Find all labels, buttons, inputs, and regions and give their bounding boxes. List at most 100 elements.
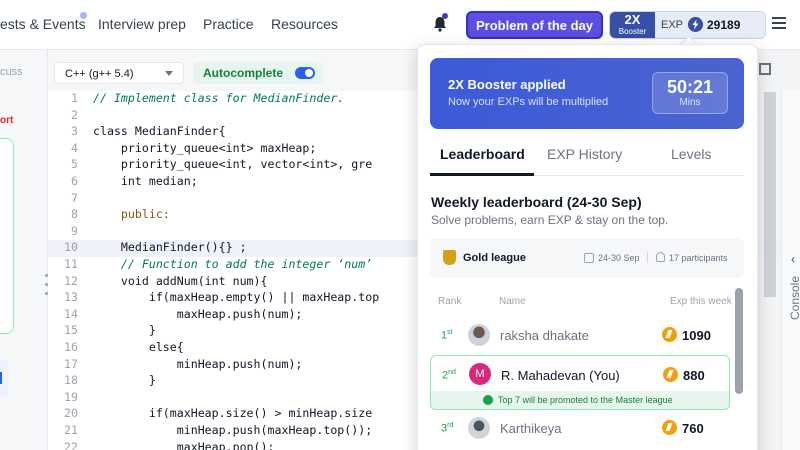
discuss-tab[interactable]: cuss — [0, 66, 23, 78]
code-line[interactable]: 12 void addNum(int num){ — [48, 274, 420, 291]
league-info: Gold league 24-30 Sep 17 participants — [430, 238, 744, 278]
language-value: C++ (g++ 5.4) — [65, 68, 134, 80]
expand-icon[interactable] — [759, 63, 771, 75]
code-line[interactable]: 3 class MedianFinder{ — [48, 124, 420, 141]
line-number: 14 — [64, 306, 78, 321]
code-text: if(maxHeap.empty() || maxHeap.top — [93, 290, 380, 305]
calendar-icon — [584, 253, 594, 263]
nav-practice[interactable]: Practice — [203, 16, 254, 32]
code-text: // Function to add the integer ‘num’ — [93, 257, 373, 271]
code-line[interactable]: 19 — [48, 390, 420, 407]
tab-exp-history[interactable]: EXP History — [547, 146, 622, 162]
hamburger-menu-icon[interactable] — [772, 17, 786, 31]
line-number: 4 — [71, 140, 78, 155]
notification-dot — [80, 12, 87, 19]
problem-card — [0, 138, 14, 334]
code-line[interactable]: 9 — [48, 224, 420, 241]
nav-interview-prep[interactable]: Interview prep — [98, 16, 186, 32]
autocomplete-toggle[interactable] — [295, 67, 315, 79]
code-line[interactable]: 13 if(maxHeap.empty() || maxHeap.top — [48, 290, 420, 307]
avatar: M — [469, 363, 491, 385]
autocomplete-label: Autocomplete — [203, 66, 284, 80]
code-line[interactable]: 17 minHeap.push(num); — [48, 357, 420, 374]
code-line[interactable]: 20 if(maxHeap.size() > minHeap.size — [48, 406, 420, 423]
leaderboard-row[interactable]: 3rd Karthikeya 760 — [430, 412, 730, 444]
console-label[interactable]: Console — [788, 276, 800, 320]
line-number: 5 — [71, 157, 78, 172]
console-panel-tab[interactable] — [781, 90, 800, 450]
exp-coin-icon — [663, 367, 678, 382]
code-text: void addNum(int num){ — [93, 273, 268, 288]
player-name: raksha dhakate — [500, 328, 589, 343]
code-line[interactable]: 8 public: — [48, 207, 420, 224]
line-number: 20 — [64, 406, 78, 421]
booster-banner: 2X Booster applied Now your EXPs will be… — [430, 58, 744, 129]
rank: 3rd — [441, 422, 453, 435]
autocomplete-control: Autocomplete — [193, 62, 323, 84]
code-line[interactable]: 14 maxHeap.push(num); — [48, 307, 420, 324]
code-line[interactable]: 11 // Function to add the integer ‘num’ — [48, 257, 420, 274]
code-line[interactable]: 6 int median; — [48, 174, 420, 191]
code-line[interactable]: 2 — [48, 108, 420, 125]
leaderboard-scrollbar[interactable] — [735, 288, 743, 394]
line-number: 1 — [71, 91, 78, 105]
code-text: minHeap.push(maxHeap.top()); — [93, 423, 373, 437]
problem-of-the-day-button[interactable]: Problem of the day — [466, 11, 603, 39]
line-number: 9 — [71, 223, 78, 238]
code-text: priority_queue<int, vector<int>, gre — [93, 157, 373, 172]
selected-indicator — [0, 360, 8, 396]
code-text: public: — [93, 207, 170, 222]
top-navbar: ests & Events Interview prep Practice Re… — [0, 0, 800, 50]
tab-levels[interactable]: Levels — [671, 146, 711, 162]
line-number: 19 — [64, 389, 78, 404]
code-line[interactable]: 7 — [48, 191, 420, 208]
code-text: maxHeap.pop(); — [93, 439, 275, 450]
booster-multiplier: 2X — [624, 12, 641, 27]
player-exp: 760 — [682, 421, 704, 436]
line-number: 17 — [64, 356, 78, 371]
problem-pane: cuss ort — [0, 50, 48, 450]
timer-value: 50:21 — [666, 77, 714, 97]
leaderboard-row[interactable]: 1st raksha dhakate 1090 — [430, 319, 730, 351]
code-line[interactable]: 4 priority_queue<int> maxHeap; — [48, 141, 420, 158]
tab-leaderboard[interactable]: Leaderboard — [440, 146, 525, 162]
exp-booster-pill[interactable]: 2X Booster EXP 29189 — [609, 11, 766, 39]
chevron-down-icon — [165, 71, 173, 76]
booster-timer: 50:21 Mins — [652, 72, 728, 114]
code-line[interactable]: 15 } — [48, 323, 420, 340]
exp-coin-icon — [662, 327, 677, 342]
leaderboard-row-current-user[interactable]: 2nd M R. Mahadevan (You) 880 — [430, 355, 730, 392]
code-line[interactable]: 22 maxHeap.pop(); — [48, 440, 420, 450]
code-line[interactable]: 16 else{ — [48, 340, 420, 357]
booster-banner-title: 2X Booster applied — [448, 77, 566, 92]
league-name: Gold league — [463, 252, 526, 264]
column-header-rank: Rank — [438, 296, 462, 307]
exp-label: EXP — [661, 19, 684, 31]
timer-unit: Mins — [679, 97, 701, 108]
code-editor[interactable]: 1 // Implement class for MedianFinder. 2 3 c… — [48, 91, 420, 450]
rank: 2nd — [442, 369, 456, 382]
code-line[interactable]: 18 } — [48, 373, 420, 390]
chevron-left-icon[interactable]: ‹ — [791, 252, 795, 266]
line-number: 15 — [64, 323, 78, 338]
player-name: Karthikeya — [500, 421, 562, 436]
nav-resources[interactable]: Resources — [271, 16, 338, 32]
code-text: else{ — [93, 340, 184, 354]
language-select[interactable]: C++ (g++ 5.4) — [54, 62, 184, 84]
line-number: 12 — [64, 273, 78, 288]
player-exp: 880 — [683, 368, 705, 383]
avatar — [468, 324, 490, 346]
code-line[interactable]: 1 // Implement class for MedianFinder. — [48, 91, 420, 108]
line-number: 10 — [64, 240, 78, 255]
booster-badge: 2X Booster — [610, 12, 655, 38]
exp-value: 29189 — [707, 18, 741, 32]
code-line[interactable]: 10 MedianFinder(){} ; — [48, 240, 420, 257]
editor-scrollbar[interactable] — [764, 92, 776, 297]
league-dates: 24-30 Sep — [598, 253, 640, 263]
nav-contests-events[interactable]: ests & Events — [0, 16, 86, 32]
code-line[interactable]: 21 minHeap.push(maxHeap.top()); — [48, 423, 420, 440]
active-tab-indicator — [430, 173, 534, 176]
code-line[interactable]: 5 priority_queue<int, vector<int>, gre — [48, 157, 420, 174]
league-participants: 17 participants — [669, 253, 728, 263]
rank: 1st — [441, 329, 453, 342]
